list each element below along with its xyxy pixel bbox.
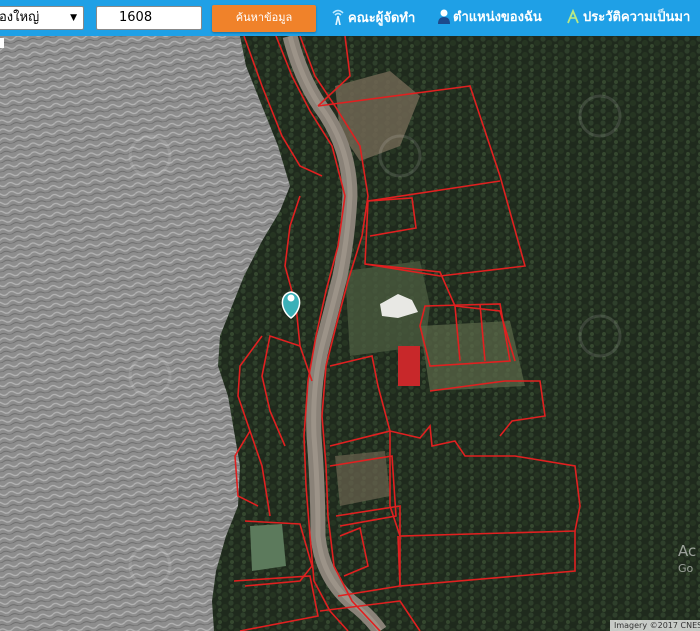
map-watermark-subtext: Go xyxy=(678,562,694,575)
nav-link-team[interactable]: คณะผู้จัดทำ xyxy=(331,9,415,28)
map-watermark-text: Ac xyxy=(678,542,697,560)
district-select[interactable]: องใหญ่ ▼ xyxy=(0,6,84,30)
antenna-icon xyxy=(332,9,344,26)
building-red-roof xyxy=(398,346,420,386)
nav-link-my-location[interactable]: ตำแหน่งของฉัน xyxy=(438,9,542,27)
nav-link-my-location-label: ตำแหน่งของฉัน xyxy=(453,10,542,25)
district-select-value: องใหญ่ xyxy=(0,10,40,25)
search-button[interactable]: ค้นหาข้อมูล xyxy=(212,5,316,32)
top-toolbar: องใหญ่ ▼ 1608 ค้นหาข้อมูล คณะผู้จัดทำ ตำ… xyxy=(0,0,700,36)
map-imagery xyxy=(0,36,700,631)
map-attribution: Imagery ©2017 CNES xyxy=(610,620,700,631)
pond xyxy=(250,524,286,571)
nav-link-history-label: ประวัติความเป็นมา xyxy=(583,10,691,25)
history-icon xyxy=(567,8,579,24)
nav-link-team-label: คณะผู้จัดทำ xyxy=(348,11,416,26)
satellite-map[interactable] xyxy=(0,36,700,631)
map-corner-control[interactable] xyxy=(0,38,4,48)
parcel-number-input[interactable]: 1608 xyxy=(96,6,202,30)
dropdown-arrow-icon: ▼ xyxy=(70,13,77,23)
person-icon xyxy=(438,9,450,24)
nav-link-history[interactable]: ประวัติความเป็นมา xyxy=(566,8,691,27)
